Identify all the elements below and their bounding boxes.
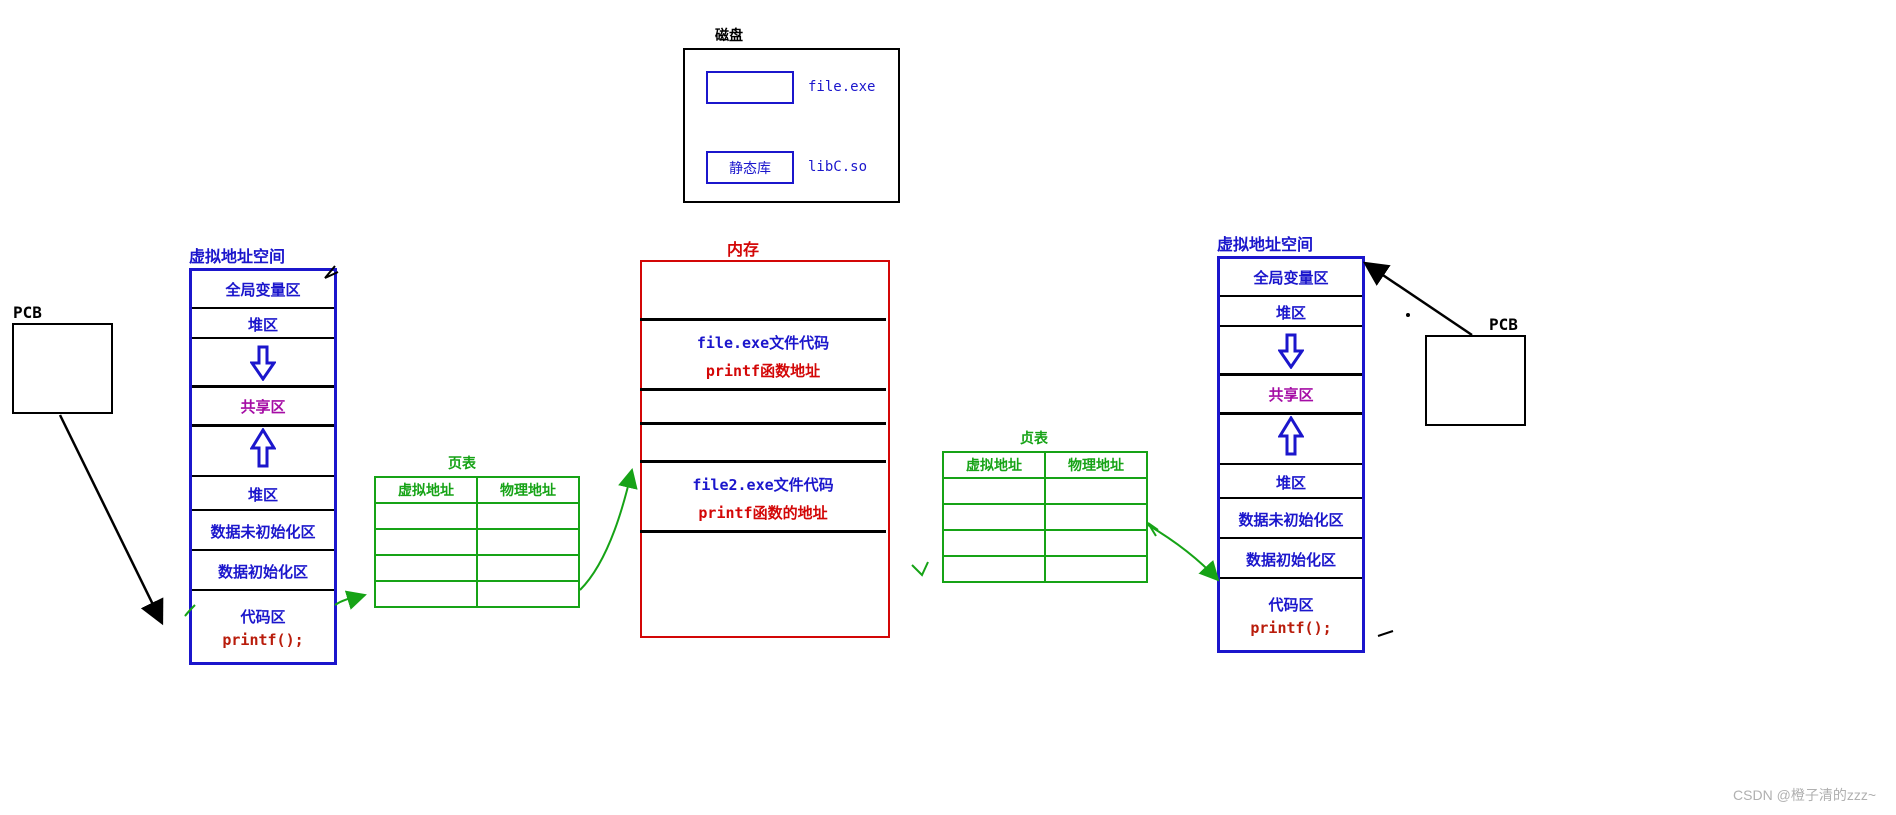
vas-left-title: 虚拟地址空间: [189, 243, 285, 267]
pt-cell: [375, 581, 477, 607]
memory-file1-printf: printf函数地址: [640, 360, 886, 381]
pt-cell: [943, 478, 1045, 504]
disk-lib-box: 静态库: [706, 151, 794, 184]
pt-cell: [943, 530, 1045, 556]
disk-title: 磁盘: [715, 25, 775, 45]
memory-box: [640, 260, 890, 638]
memory-divider: [640, 460, 886, 463]
pt-cell: [943, 504, 1045, 530]
pt-cell: [1045, 504, 1147, 530]
vas-row-heap-top: 堆区: [1220, 295, 1362, 327]
pt-cell: [375, 529, 477, 555]
vas-row-data: 数据初始化区: [1220, 537, 1362, 579]
memory-file2-printf: printf函数的地址: [640, 502, 886, 523]
vas-code-label: 代码区: [1268, 594, 1313, 615]
pt-col-physical: 物理地址: [1045, 452, 1147, 478]
memory-title: 内存: [727, 236, 759, 260]
page-table-right-title: 贞表: [1020, 428, 1048, 448]
pt-col-virtual: 虚拟地址: [943, 452, 1045, 478]
vas-arrow-up-icon: [192, 421, 334, 475]
pt-col-virtual: 虚拟地址: [375, 477, 477, 503]
pt-cell: [477, 529, 579, 555]
pt-cell: [375, 503, 477, 529]
vas-printf-call: printf();: [222, 631, 303, 649]
pt-cell: [477, 581, 579, 607]
vas-row-data: 数据初始化区: [192, 549, 334, 591]
pt-cell: [943, 556, 1045, 582]
pt-cell: [477, 555, 579, 581]
vas-row-bss: 数据未初始化区: [192, 509, 334, 551]
vas-printf-call: printf();: [1250, 619, 1331, 637]
memory-divider: [640, 318, 886, 321]
vas-arrow-up-icon: [1220, 409, 1362, 463]
vas-row-globals: 全局变量区: [192, 271, 334, 307]
vas-arrow-down-icon: [1220, 325, 1362, 375]
vas-right-box: 全局变量区 堆区 共享区 堆区 数据未初始化区 数据初始化区 代码区 print…: [1217, 256, 1365, 653]
vas-row-bss: 数据未初始化区: [1220, 497, 1362, 539]
vas-left-box: 全局变量区 堆区 共享区 堆区 数据未初始化区 数据初始化区 代码区 print…: [189, 268, 337, 665]
disk-lib-label: libC.so: [808, 159, 867, 175]
vas-row-stack: 堆区: [192, 475, 334, 511]
page-table-left-title: 页表: [448, 453, 476, 473]
pt-cell: [1045, 556, 1147, 582]
memory-file1-code: file.exe文件代码: [640, 332, 886, 353]
page-table-left: 虚拟地址物理地址: [374, 476, 580, 608]
disk-file-box: [706, 71, 794, 104]
watermark: CSDN @橙子清的zzz~: [1733, 785, 1876, 805]
pt-cell: [477, 503, 579, 529]
pt-cell: [1045, 530, 1147, 556]
memory-divider: [640, 422, 886, 425]
pcb-right-box: [1425, 335, 1526, 426]
vas-row-stack: 堆区: [1220, 463, 1362, 499]
pt-col-physical: 物理地址: [477, 477, 579, 503]
vas-row-code: 代码区 printf();: [1220, 577, 1362, 652]
pcb-right-label: PCB: [1489, 315, 1518, 334]
vas-right-title: 虚拟地址空间: [1217, 231, 1313, 255]
disk-file-label: file.exe: [808, 79, 875, 95]
vas-code-label: 代码区: [240, 606, 285, 627]
pcb-left-label: PCB: [13, 303, 42, 322]
vas-arrow-down-icon: [192, 337, 334, 387]
pcb-left-box: [12, 323, 113, 414]
memory-divider: [640, 530, 886, 533]
pt-cell: [375, 555, 477, 581]
vas-row-globals: 全局变量区: [1220, 259, 1362, 295]
vas-row-code: 代码区 printf();: [192, 589, 334, 664]
page-table-right: 虚拟地址物理地址: [942, 451, 1148, 583]
pt-cell: [1045, 478, 1147, 504]
memory-file2-code: file2.exe文件代码: [640, 474, 886, 495]
vas-row-heap-top: 堆区: [192, 307, 334, 339]
memory-divider: [640, 388, 886, 391]
